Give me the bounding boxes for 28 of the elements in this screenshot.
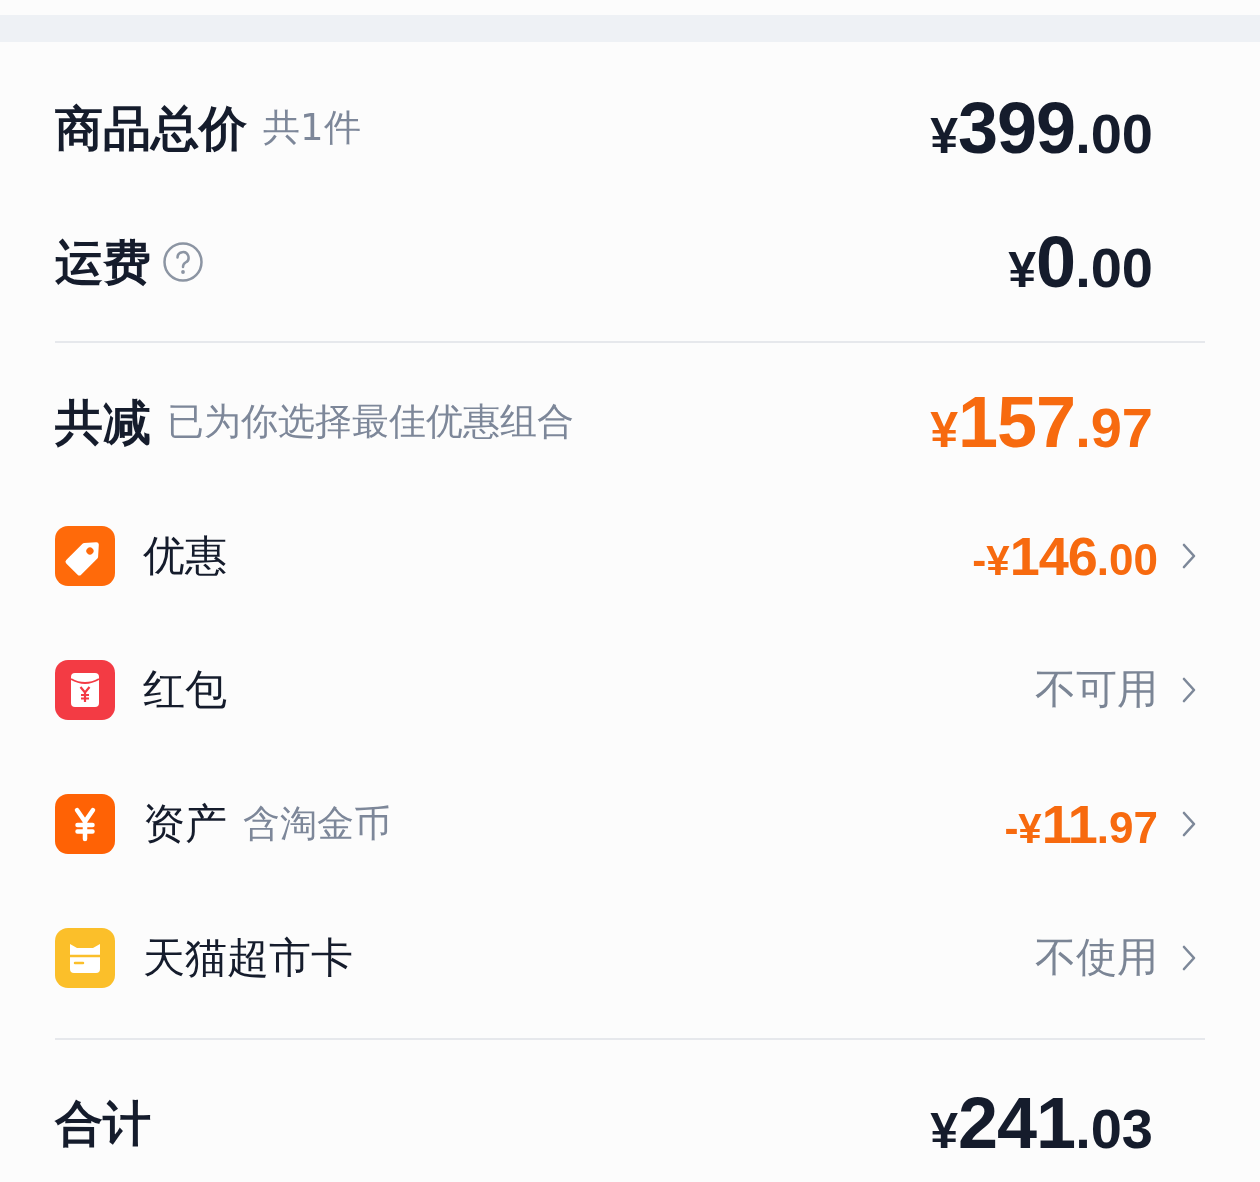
discount-amount: ¥157.97 [930,386,1153,458]
total-amount: ¥241.03 [930,1087,1153,1159]
deduction-amount: -¥11.97 [1004,797,1158,851]
item-label: 优惠 [143,532,227,580]
item-label: 资产 [143,800,227,848]
cat-card-icon [55,928,115,988]
total-label: 合计 [55,1096,151,1150]
row-note: 已为你选择最佳优惠组合 [167,401,574,443]
row-label: 运费 [55,235,151,289]
item-note: 含淘金币 [243,803,391,845]
chevron-right-icon[interactable] [1182,677,1196,703]
row-label: 共减 [55,395,151,449]
status-text: 不使用 [1035,935,1158,981]
chevron-right-icon[interactable] [1182,811,1196,837]
item-label: 天猫超市卡 [143,934,353,982]
price-amount: ¥399.00 [930,92,1153,164]
row-note: 共1件 [263,107,361,149]
tag-icon [55,526,115,586]
row-label: 商品总价 [55,101,247,155]
status-text: 不可用 [1035,667,1158,713]
price-amount: ¥0.00 [1008,226,1153,298]
chevron-right-icon[interactable] [1182,543,1196,569]
chevron-right-icon[interactable] [1182,945,1196,971]
item-label: 红包 [143,666,227,714]
help-icon[interactable] [163,242,203,282]
yen-icon [55,794,115,854]
deduction-amount: -¥146.00 [972,529,1158,583]
envelope-icon [55,660,115,720]
